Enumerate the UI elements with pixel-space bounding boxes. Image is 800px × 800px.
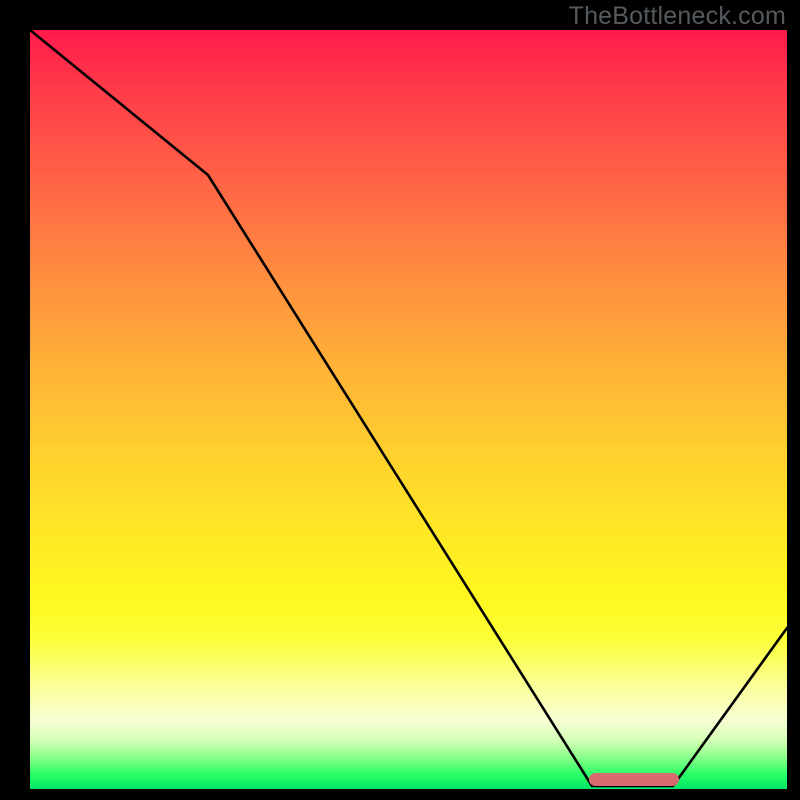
optimal-range-marker	[589, 773, 679, 786]
chart-frame: TheBottleneck.com	[0, 0, 800, 800]
plot-area	[30, 30, 787, 789]
watermark-text: TheBottleneck.com	[569, 2, 786, 31]
bottleneck-curve	[30, 30, 787, 789]
